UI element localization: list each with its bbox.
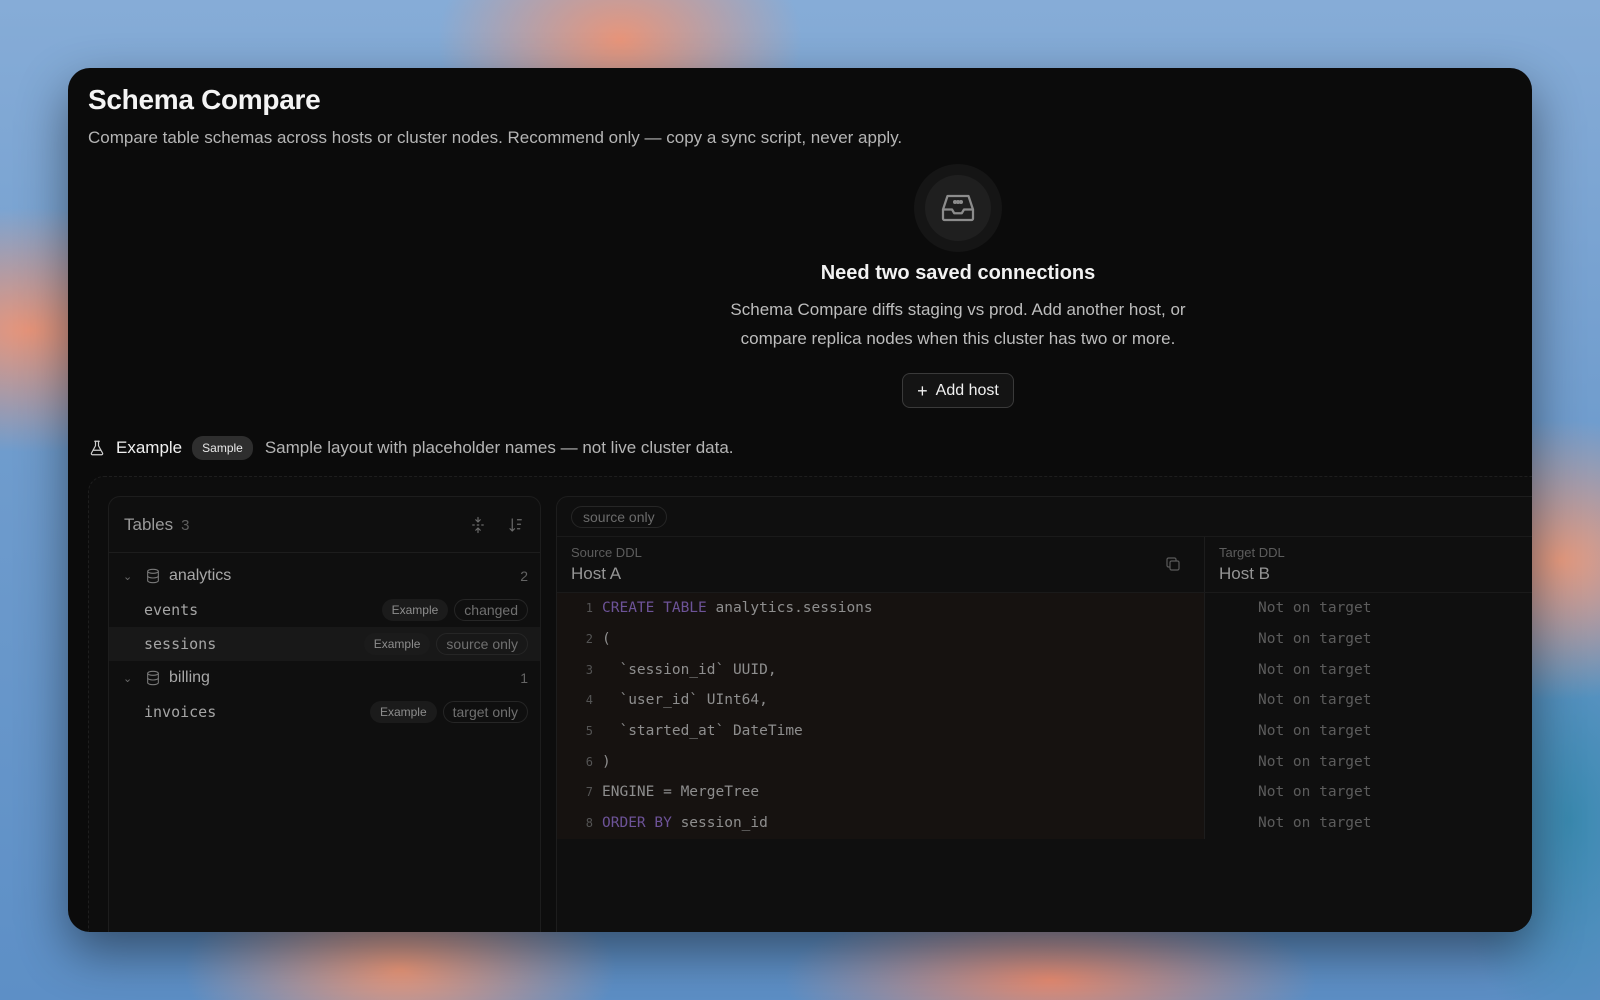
- diff-panel: source only Source DDL Host A Target DDL…: [556, 496, 1532, 932]
- example-label: Example: [116, 438, 183, 457]
- group-count: 1: [520, 670, 528, 686]
- target-placeholder-line: Not on target: [1258, 784, 1372, 801]
- table-row-invoices[interactable]: invoices Example target only: [109, 695, 540, 729]
- target-host-name: Host B: [1219, 564, 1271, 583]
- sql-keyword: ORDER BY: [602, 815, 672, 832]
- diff-status-badge: source only: [571, 505, 667, 528]
- source-code-line: 5 `started_at` DateTime: [557, 716, 1204, 747]
- page-title: Schema Compare: [88, 84, 321, 115]
- collapse-all-icon[interactable]: [469, 516, 487, 534]
- table-row-sessions[interactable]: sessions Example source only: [109, 627, 540, 661]
- code-text: analytics.sessions: [706, 600, 873, 617]
- source-code-line: 6): [557, 746, 1204, 777]
- line-number: 8: [585, 816, 593, 831]
- group-name: analytics: [169, 567, 232, 584]
- example-tag: Example: [369, 701, 437, 723]
- code-text: (: [602, 631, 611, 648]
- code-text: session_id: [671, 815, 768, 832]
- code-text: ): [602, 753, 611, 770]
- line-number: 1: [585, 601, 593, 616]
- example-banner: Example Sample Sample layout with placeh…: [88, 436, 734, 460]
- chevron-down-icon: ⌄: [123, 570, 133, 583]
- code-text: `session_id` UUID,: [602, 661, 777, 678]
- group-billing[interactable]: ⌄ billing 1: [109, 661, 540, 695]
- target-placeholder-line: Not on target: [1258, 753, 1372, 770]
- sample-badge: Sample: [192, 436, 253, 460]
- empty-state: Need two saved connections Schema Compar…: [648, 164, 1268, 408]
- target-code: Not on target Not on target Not on target N…: [1205, 593, 1532, 839]
- source-ddl-header: Source DDL Host A: [557, 537, 1205, 592]
- group-count: 2: [520, 568, 528, 584]
- table-name: sessions: [144, 635, 217, 653]
- add-host-button[interactable]: + Add host: [902, 373, 1014, 408]
- example-tag: Example: [363, 633, 431, 655]
- flask-icon: [90, 440, 104, 456]
- empty-state-title: Need two saved connections: [820, 262, 1096, 284]
- page-subtitle: Compare table schemas across hosts or cl…: [88, 128, 903, 147]
- line-number: 6: [585, 754, 593, 769]
- target-placeholder-line: Not on target: [1258, 723, 1372, 740]
- tables-header: Tables 3: [109, 497, 540, 553]
- code-text: `started_at` DateTime: [602, 723, 803, 740]
- database-icon: [147, 568, 159, 584]
- target-placeholder-line: Not on target: [1258, 815, 1372, 832]
- code-text: `user_id` UInt64,: [602, 692, 768, 709]
- source-code-line: 8 ORDER BY session_id: [557, 808, 1204, 839]
- code-text: ENGINE = MergeTree: [602, 784, 760, 801]
- database-icon: [147, 670, 159, 686]
- empty-state-description: Schema Compare diffs staging vs prod. Ad…: [730, 300, 1186, 348]
- target-placeholder-line: Not on target: [1258, 600, 1372, 617]
- target-ddl-caption: Target DDL: [1219, 545, 1285, 560]
- inbox-icon: [941, 194, 975, 222]
- source-code-line: 4 `user_id` UInt64,: [557, 685, 1204, 716]
- source-code-line: 7 ENGINE = MergeTree: [557, 777, 1204, 808]
- source-host-name: Host A: [571, 564, 622, 583]
- sort-icon[interactable]: [507, 516, 525, 534]
- table-tree: ⌄ analytics 2 events Example changed ses…: [109, 553, 540, 729]
- tables-count: 3: [181, 516, 190, 534]
- source-ddl-caption: Source DDL: [571, 545, 642, 560]
- source-code: 1 CREATE TABLE analytics.sessions 2(3 `ses…: [557, 593, 1205, 839]
- line-number: 4: [585, 693, 593, 708]
- target-placeholder-line: Not on target: [1258, 692, 1372, 709]
- line-number: 2: [585, 632, 593, 647]
- example-tag: Example: [381, 599, 449, 621]
- target-placeholder-line: Not on target: [1258, 661, 1372, 678]
- status-badge: source only: [436, 633, 528, 655]
- status-badge: target only: [442, 701, 528, 723]
- line-number: 3: [585, 662, 593, 677]
- line-number: 5: [585, 724, 593, 739]
- chevron-down-icon: ⌄: [123, 672, 133, 685]
- group-analytics[interactable]: ⌄ analytics 2: [109, 559, 540, 593]
- source-code-line: 3 `session_id` UUID,: [557, 654, 1204, 685]
- source-code-line: 2(: [557, 624, 1204, 655]
- table-row-events[interactable]: events Example changed: [109, 593, 540, 627]
- sql-keyword: CREATE TABLE: [602, 600, 707, 617]
- target-ddl-header: Target DDL Host B: [1205, 537, 1532, 592]
- tables-panel: Tables 3 ⌄ analytics 2 events Example ch…: [108, 496, 541, 932]
- tables-title: Tables: [124, 514, 174, 534]
- status-badge: changed: [454, 599, 528, 621]
- source-code-line: 1 CREATE TABLE analytics.sessions: [557, 593, 1204, 624]
- example-description: Sample layout with placeholder names — n…: [264, 438, 734, 457]
- plus-icon: +: [917, 380, 928, 401]
- copy-icon[interactable]: [1164, 555, 1182, 573]
- line-number: 7: [585, 785, 593, 800]
- add-host-label: Add host: [935, 381, 999, 399]
- table-name: events: [144, 601, 199, 619]
- group-name: billing: [169, 669, 210, 686]
- table-name: invoices: [144, 703, 217, 721]
- target-placeholder-line: Not on target: [1258, 631, 1372, 648]
- schema-compare-window: Schema Compare Compare table schemas acr…: [68, 68, 1532, 932]
